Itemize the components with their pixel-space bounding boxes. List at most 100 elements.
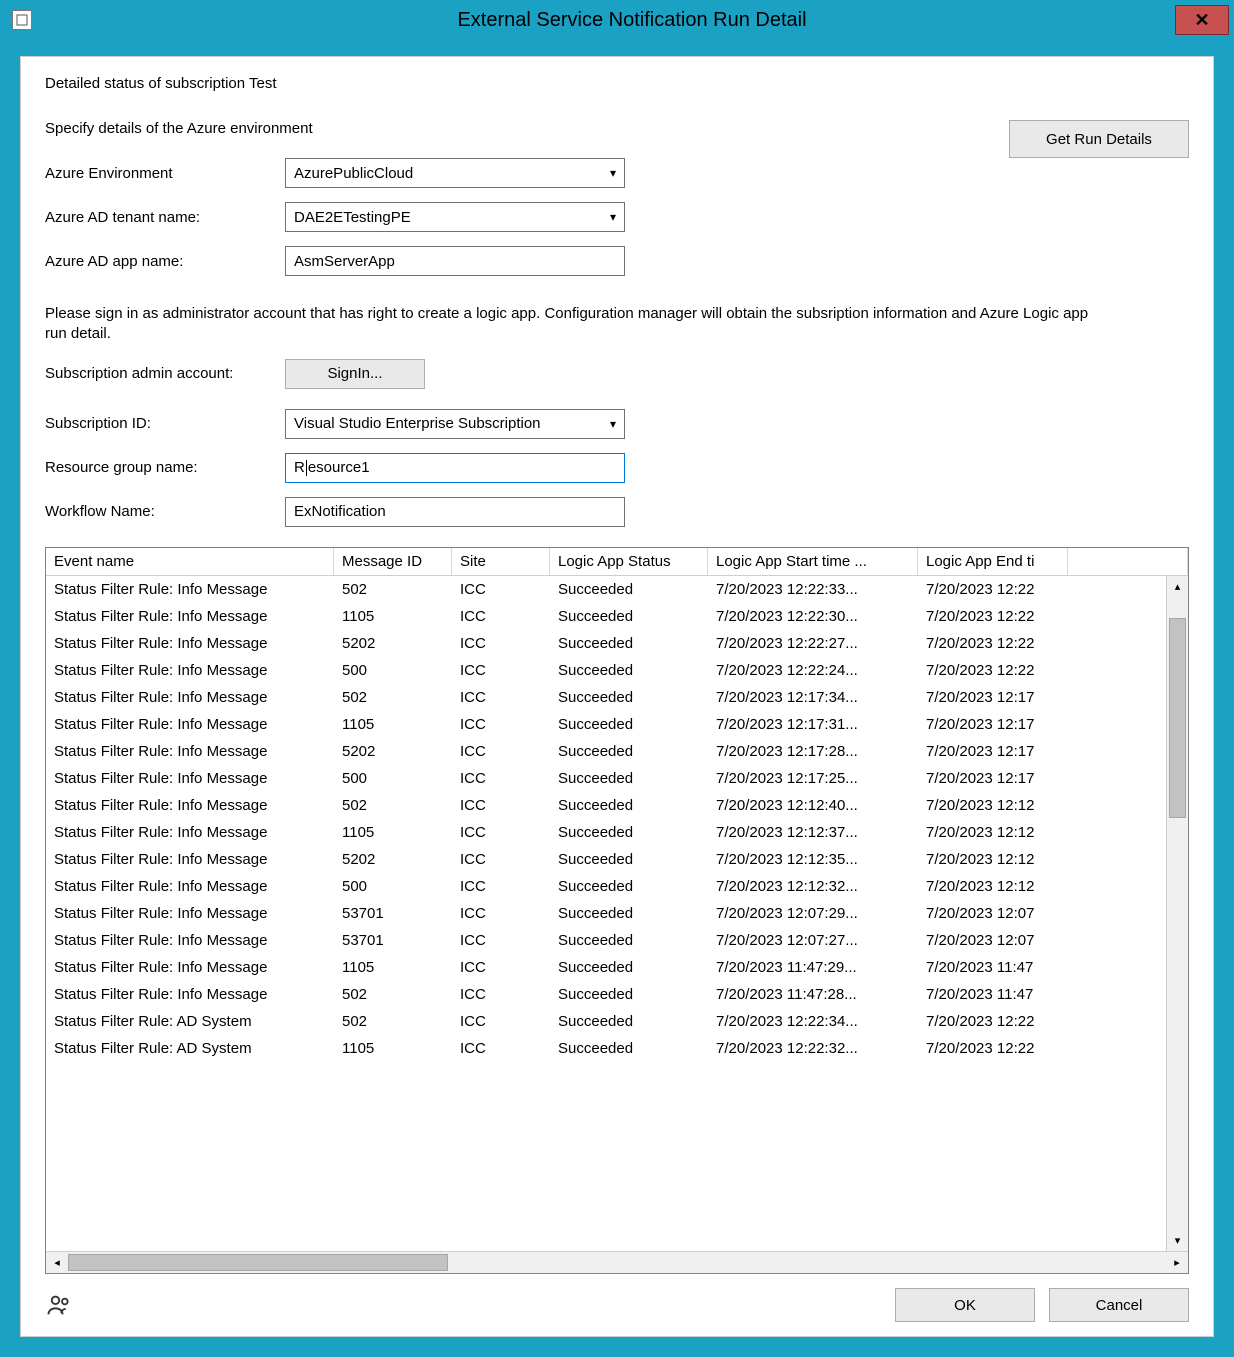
table-row[interactable]: Status Filter Rule: Info Message53701ICC… (46, 927, 1166, 954)
azure-env-combo[interactable]: AzurePublicCloud ▾ (285, 158, 625, 188)
col-header-end[interactable]: Logic App End ti (918, 548, 1068, 575)
cell-event: Status Filter Rule: Info Message (46, 824, 334, 841)
scroll-down-icon[interactable]: ▾ (1167, 1229, 1188, 1251)
cell-start: 7/20/2023 12:17:34... (708, 689, 918, 706)
dialog-body: Detailed status of subscription Test Spe… (20, 56, 1214, 1337)
table-row[interactable]: Status Filter Rule: Info Message502ICCSu… (46, 684, 1166, 711)
scroll-thumb[interactable] (68, 1254, 448, 1271)
cell-event: Status Filter Rule: Info Message (46, 851, 334, 868)
col-header-site[interactable]: Site (452, 548, 550, 575)
col-header-event[interactable]: Event name (46, 548, 334, 575)
table-row[interactable]: Status Filter Rule: Info Message502ICCSu… (46, 981, 1166, 1008)
subscription-id-combo[interactable]: Visual Studio Enterprise Subscription ▾ (285, 409, 625, 439)
workflow-value: ExNotification (294, 503, 386, 520)
resource-group-field[interactable]: Resource1 (285, 453, 625, 483)
cell-status: Succeeded (550, 986, 708, 1003)
cell-site: ICC (452, 1040, 550, 1057)
table-row[interactable]: Status Filter Rule: Info Message1105ICCS… (46, 819, 1166, 846)
table-row[interactable]: Status Filter Rule: Info Message500ICCSu… (46, 873, 1166, 900)
workflow-label: Workflow Name: (45, 503, 285, 520)
chevron-down-icon: ▾ (610, 210, 616, 224)
app-name-field[interactable]: AsmServerApp (285, 246, 625, 276)
get-run-details-button[interactable]: Get Run Details (1009, 120, 1189, 158)
grid-header: Event name Message ID Site Logic App Sta… (46, 548, 1188, 576)
cell-start: 7/20/2023 12:17:25... (708, 770, 918, 787)
cell-message-id: 502 (334, 581, 452, 598)
close-button[interactable]: ✕ (1175, 5, 1229, 35)
table-row[interactable]: Status Filter Rule: AD System1105ICCSucc… (46, 1035, 1166, 1062)
table-row[interactable]: Status Filter Rule: Info Message53701ICC… (46, 900, 1166, 927)
col-header-message-id[interactable]: Message ID (334, 548, 452, 575)
user-icon (45, 1291, 73, 1319)
table-row[interactable]: Status Filter Rule: Info Message502ICCSu… (46, 792, 1166, 819)
cell-end: 7/20/2023 12:12 (918, 797, 1068, 814)
tenant-combo[interactable]: DAE2ETestingPE ▾ (285, 202, 625, 232)
rg-prefix: R (294, 459, 305, 476)
cell-message-id: 502 (334, 1013, 452, 1030)
scroll-up-icon[interactable]: ▴ (1167, 576, 1188, 598)
ok-button[interactable]: OK (895, 1288, 1035, 1322)
cell-status: Succeeded (550, 716, 708, 733)
cell-status: Succeeded (550, 635, 708, 652)
cell-message-id: 1105 (334, 1040, 452, 1057)
cell-status: Succeeded (550, 932, 708, 949)
workflow-field[interactable]: ExNotification (285, 497, 625, 527)
table-row[interactable]: Status Filter Rule: Info Message5202ICCS… (46, 630, 1166, 657)
cell-end: 7/20/2023 12:07 (918, 905, 1068, 922)
signin-button[interactable]: SignIn... (285, 359, 425, 389)
table-row[interactable]: Status Filter Rule: Info Message500ICCSu… (46, 765, 1166, 792)
cell-status: Succeeded (550, 851, 708, 868)
cell-message-id: 500 (334, 770, 452, 787)
cell-end: 7/20/2023 12:12 (918, 824, 1068, 841)
cell-start: 7/20/2023 12:07:29... (708, 905, 918, 922)
scroll-track[interactable] (68, 1252, 1166, 1273)
col-header-start[interactable]: Logic App Start time ... (708, 548, 918, 575)
scroll-right-icon[interactable]: ▸ (1166, 1252, 1188, 1274)
cell-site: ICC (452, 608, 550, 625)
table-row[interactable]: Status Filter Rule: Info Message1105ICCS… (46, 603, 1166, 630)
table-row[interactable]: Status Filter Rule: Info Message1105ICCS… (46, 954, 1166, 981)
cell-event: Status Filter Rule: Info Message (46, 878, 334, 895)
cell-event: Status Filter Rule: Info Message (46, 662, 334, 679)
col-header-status[interactable]: Logic App Status (550, 548, 708, 575)
scroll-track[interactable] (1167, 598, 1188, 1230)
cell-site: ICC (452, 824, 550, 841)
cell-end: 7/20/2023 12:17 (918, 743, 1068, 760)
cell-event: Status Filter Rule: Info Message (46, 689, 334, 706)
scroll-thumb[interactable] (1169, 618, 1186, 818)
cell-event: Status Filter Rule: Info Message (46, 581, 334, 598)
cell-message-id: 502 (334, 797, 452, 814)
cell-end: 7/20/2023 12:22 (918, 662, 1068, 679)
cell-start: 7/20/2023 12:07:27... (708, 932, 918, 949)
table-row[interactable]: Status Filter Rule: Info Message500ICCSu… (46, 657, 1166, 684)
cell-message-id: 53701 (334, 905, 452, 922)
cancel-button[interactable]: Cancel (1049, 1288, 1189, 1322)
cell-start: 7/20/2023 11:47:28... (708, 986, 918, 1003)
cell-event: Status Filter Rule: Info Message (46, 797, 334, 814)
horizontal-scrollbar[interactable]: ◂ ▸ (46, 1251, 1188, 1273)
cell-site: ICC (452, 635, 550, 652)
scroll-left-icon[interactable]: ◂ (46, 1252, 68, 1274)
table-row[interactable]: Status Filter Rule: Info Message5202ICCS… (46, 846, 1166, 873)
cell-start: 7/20/2023 12:17:31... (708, 716, 918, 733)
tenant-label: Azure AD tenant name: (45, 209, 285, 226)
cell-event: Status Filter Rule: Info Message (46, 608, 334, 625)
cell-status: Succeeded (550, 824, 708, 841)
cell-site: ICC (452, 905, 550, 922)
cell-site: ICC (452, 689, 550, 706)
table-row[interactable]: Status Filter Rule: AD System502ICCSucce… (46, 1008, 1166, 1035)
vertical-scrollbar[interactable]: ▴ ▾ (1166, 576, 1188, 1252)
cell-start: 7/20/2023 12:17:28... (708, 743, 918, 760)
cell-message-id: 5202 (334, 743, 452, 760)
cell-start: 7/20/2023 12:12:35... (708, 851, 918, 868)
window-title: External Service Notification Run Detail (32, 9, 1232, 32)
cell-status: Succeeded (550, 770, 708, 787)
table-row[interactable]: Status Filter Rule: Info Message502ICCSu… (46, 576, 1166, 603)
table-row[interactable]: Status Filter Rule: Info Message1105ICCS… (46, 711, 1166, 738)
cell-end: 7/20/2023 12:12 (918, 878, 1068, 895)
azure-env-label: Azure Environment (45, 165, 285, 182)
cell-status: Succeeded (550, 689, 708, 706)
cell-event: Status Filter Rule: Info Message (46, 716, 334, 733)
table-row[interactable]: Status Filter Rule: Info Message5202ICCS… (46, 738, 1166, 765)
cell-event: Status Filter Rule: Info Message (46, 635, 334, 652)
